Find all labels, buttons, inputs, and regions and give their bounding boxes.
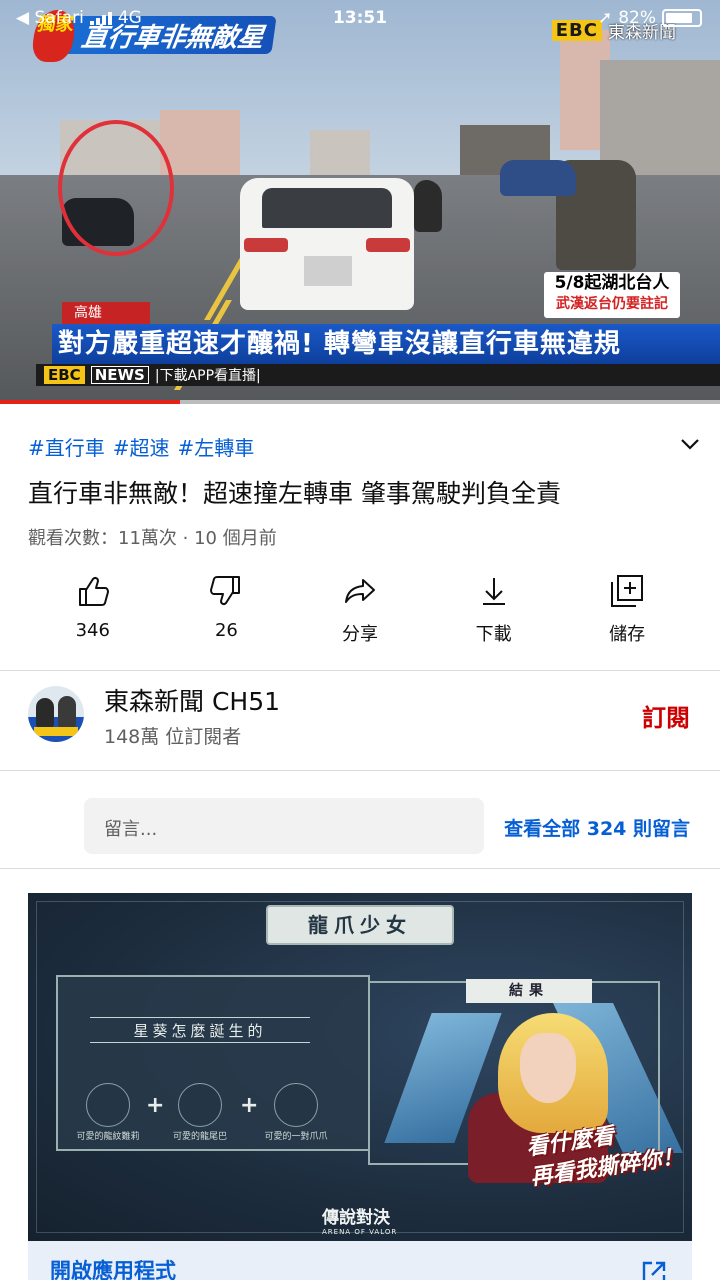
ad-hero-face [520, 1033, 576, 1103]
save-label: 儲存 [609, 624, 646, 645]
dislike-button[interactable]: 26 [160, 572, 294, 646]
like-count: 346 [75, 620, 110, 641]
ad-banner[interactable]: 龍爪少女 星葵怎麼誕生的 + + 可愛的龍紋難莉 可愛的龍尾巴 可愛的一對爪爪 … [28, 893, 692, 1241]
status-bar: ◀ Safari 4G 13:51 ➚ 82% [0, 0, 720, 40]
open-app-button[interactable]: 開啟應用程式 [28, 1241, 692, 1280]
ad-item-caption: 可愛的一對爪爪 [264, 1132, 328, 1142]
download-icon [482, 578, 505, 605]
channel-avatar[interactable] [28, 686, 84, 742]
subscriber-count: 148萬 位訂閱者 [104, 726, 242, 748]
ad-brand-logo: 傳說對決 ARENA OF VALOR [322, 1203, 397, 1236]
video-title: 直行車非無敵！超速撞左轉車 肇事駕駛判負全責 [28, 479, 561, 508]
video-scene-scooter [414, 180, 442, 232]
video-scene-truck [500, 160, 576, 196]
comment-input[interactable]: 留言... [84, 798, 484, 854]
video-meta: 觀看次數：11萬次 · 10 個月前 [28, 528, 277, 549]
chevron-down-icon[interactable] [676, 432, 704, 456]
video-scene-building [310, 130, 370, 180]
channel-name[interactable]: 東森新聞 CH51 [104, 682, 280, 718]
hashtag-link[interactable]: #直行車 [28, 432, 105, 461]
divider [0, 868, 720, 869]
share-label: 分享 [341, 624, 378, 645]
hashtag-link[interactable]: #超速 [113, 432, 170, 461]
like-button[interactable]: 346 [26, 572, 160, 646]
ad-item-caption: 可愛的龍紋難莉 [76, 1132, 140, 1142]
download-label: 下載 [475, 624, 512, 645]
thumb-down-icon [210, 576, 241, 606]
divider [0, 670, 720, 671]
ad-brand-name: 傳說對決 [322, 1208, 390, 1228]
ad-brand-sub: ARENA OF VALOR [322, 1228, 398, 1236]
video-scene-white-car [240, 178, 414, 310]
action-bar: 346 26 分享 下載 儲存 [26, 572, 694, 646]
ticker-logo: EBC [44, 366, 85, 384]
battery-percent: 82% [618, 8, 656, 28]
dislike-count: 26 [214, 620, 238, 641]
subscribe-button[interactable]: 訂閱 [642, 698, 690, 733]
battery-icon [662, 9, 702, 27]
ad-item-image [274, 1083, 318, 1127]
ad-item-caption: 可愛的龍尾巴 [172, 1132, 227, 1142]
ad-item-image [178, 1083, 222, 1127]
video-progress-bar[interactable] [0, 400, 720, 404]
video-progress-fill [0, 400, 180, 404]
side-news-line1: 5/8起湖北台人 [554, 273, 670, 293]
save-icon [611, 575, 644, 607]
divider [0, 770, 720, 771]
hashtag-link[interactable]: #左轉車 [178, 432, 255, 461]
ad-subtitle: 星葵怎麼誕生的 [90, 1017, 310, 1043]
view-all-comments-link[interactable]: 查看全部 324 則留言 [504, 814, 690, 841]
download-button[interactable]: 下載 [427, 572, 561, 646]
ticker-text: |下載APP看直播| [154, 368, 261, 384]
side-news-card: 5/8起湖北台人 武漢返台仍要註記 [544, 272, 680, 318]
thumb-up-icon [78, 576, 109, 606]
hashtag-list: #直行車 #超速 #左轉車 [28, 432, 254, 461]
ad-plus-sign: + [240, 1093, 259, 1118]
ticker-news-label: NEWS [90, 366, 149, 384]
ad-result-label: 結果 [466, 979, 592, 1003]
news-ticker: EBC NEWS |下載APP看直播| [36, 364, 720, 386]
ad-plus-sign: + [146, 1093, 165, 1118]
external-link-icon [642, 1261, 666, 1280]
save-button[interactable]: 儲存 [560, 572, 694, 646]
highlight-circle [58, 120, 174, 256]
share-button[interactable]: 分享 [293, 572, 427, 646]
location-tag: 高雄 [62, 302, 150, 324]
ad-title: 龍爪少女 [266, 905, 454, 945]
side-news-line2: 武漢返台仍要註記 [556, 296, 668, 312]
share-icon [344, 579, 375, 603]
ad-item-image [86, 1083, 130, 1127]
location-arrow-icon: ➚ [597, 8, 613, 28]
open-app-label: 開啟應用程式 [50, 1259, 176, 1280]
news-headline-banner: 對方嚴重超速才釀禍! 轉彎車沒讓直行車無違規 [52, 324, 720, 364]
video-player[interactable]: 獨家 直行車非無敵星 EBC 東森新聞 5/8起湖北台人 武漢返台仍要註記 高雄… [0, 0, 720, 404]
